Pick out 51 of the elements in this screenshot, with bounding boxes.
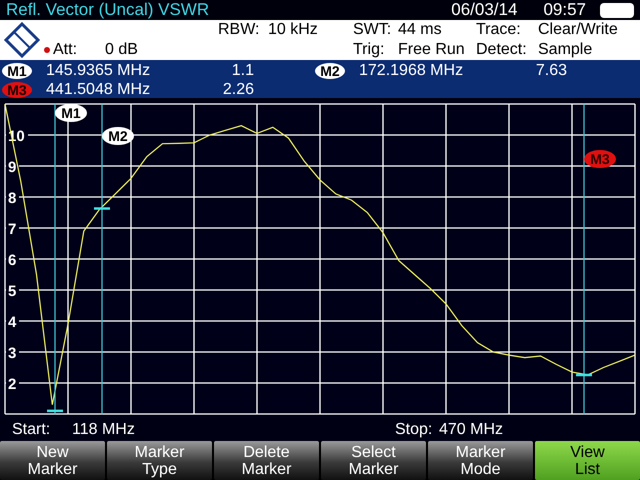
start-label: Start: [12, 420, 52, 438]
setting-label: Att: [53, 41, 78, 59]
marker-label[interactable]: M3 [584, 150, 616, 168]
setting-label: Trig: [353, 41, 386, 59]
marker-value: 7.63 [534, 62, 567, 80]
window-title: Refl. Vector (Uncal) VSWR [6, 0, 210, 20]
axis-tick-label: 6 [8, 252, 16, 269]
setting-label: SWT: [353, 21, 392, 39]
marker-frequency: 145.9365 MHz [46, 62, 152, 80]
axis-tick-label: 2 [8, 376, 16, 393]
marker-tick-icon [576, 374, 592, 376]
axis-tick-label: 4 [8, 314, 16, 331]
setting-label: RBW: [218, 21, 260, 39]
marker-badge[interactable]: M2 [315, 62, 345, 78]
axis-tick-label: 3 [8, 345, 16, 362]
setting-value: Clear/Write [538, 21, 618, 39]
logo-icon [4, 22, 40, 58]
axis-tick-label: 8 [8, 190, 16, 207]
marker-value: 1.1 [230, 62, 254, 80]
softkey-button[interactable]: View List [535, 441, 640, 480]
battery-icon [600, 2, 634, 18]
setting-value: Sample [538, 41, 592, 59]
softkey-button[interactable]: Delete Marker [214, 441, 319, 480]
status-dot-icon [44, 47, 50, 53]
marker-label[interactable]: M1 [55, 104, 87, 122]
stop-label: Stop: [395, 420, 434, 438]
marker-badge[interactable]: M3 [2, 82, 32, 98]
axis-tick-label: 7 [8, 221, 16, 238]
marker-label[interactable]: M2 [102, 127, 134, 145]
setting-value: 10 kHz [268, 21, 318, 39]
marker-badge[interactable]: M1 [2, 62, 32, 78]
marker-value: 2.26 [222, 80, 254, 98]
marker-frequency: 172.1968 MHz [359, 62, 464, 80]
setting-label: Detect: [476, 41, 528, 59]
start-value: 118 MHz [72, 420, 136, 438]
marker-tick-icon [94, 207, 110, 210]
setting-value: 0 dB [105, 41, 138, 59]
axis-tick-label: 9 [8, 159, 16, 176]
stop-value: 470 MHz [439, 420, 504, 438]
time-text: 09:57 [543, 0, 586, 20]
axis-tick-label: 5 [8, 283, 16, 300]
date-text: 06/03/14 [451, 0, 518, 20]
setting-value: Free Run [398, 41, 465, 59]
softkey-button[interactable]: New Marker [0, 441, 105, 480]
marker-frequency: 441.5048 MHz [46, 80, 152, 98]
softkey-button[interactable]: Marker Type [107, 441, 212, 480]
setting-label: Trace: [476, 21, 522, 39]
softkey-button[interactable]: Marker Mode [428, 441, 533, 480]
setting-value: 44 ms [398, 21, 442, 39]
softkey-button[interactable]: Select Marker [321, 441, 426, 480]
marker-tick-icon [47, 410, 63, 412]
